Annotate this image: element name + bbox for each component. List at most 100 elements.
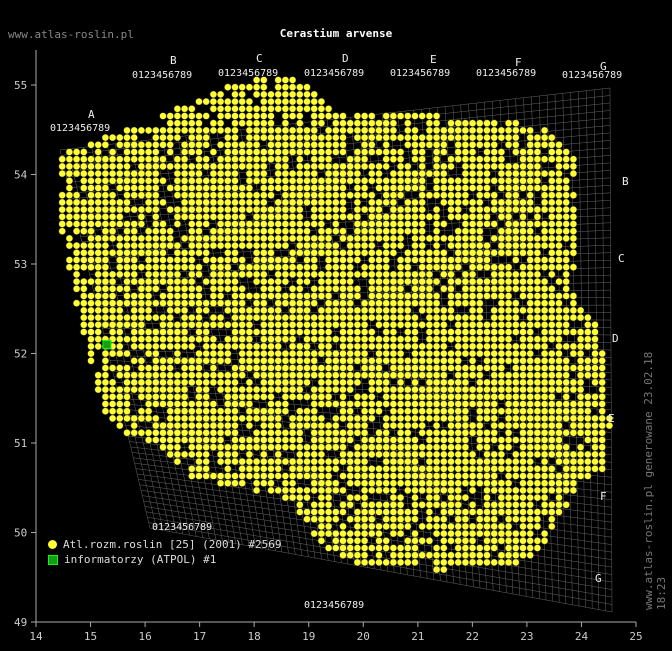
occurrence-dot (425, 436, 434, 444)
occurrence-dot (325, 155, 333, 163)
occurrence-dot (325, 314, 333, 322)
occurrence-dot (159, 328, 167, 336)
occurrence-dot (181, 436, 189, 444)
occurrence-dot (375, 198, 383, 207)
occurrence-dot (389, 407, 398, 415)
occurrence-dot (353, 450, 362, 459)
occurrence-dot (166, 306, 174, 315)
occurrence-dot (325, 105, 333, 113)
occurrence-dot (267, 328, 275, 336)
occurrence-dot (483, 134, 491, 142)
occurrence-dot (425, 119, 434, 127)
occurrence-dot (440, 458, 448, 466)
occurrence-dot (260, 155, 268, 163)
occurrence-dot (253, 299, 261, 307)
occurrence-dot (418, 393, 426, 401)
occurrence-dot (562, 342, 570, 351)
occurrence-dot (483, 494, 491, 502)
occurrence-dot (526, 458, 534, 466)
occurrence-dot (497, 242, 506, 250)
grid-digit-row: 0123456789 (218, 68, 278, 79)
occurrence-dot (58, 227, 66, 235)
occurrence-dot (108, 414, 117, 423)
occurrence-dot (253, 407, 261, 415)
occurrence-dot (173, 220, 182, 228)
occurrence-dot (159, 364, 167, 372)
occurrence-dot (505, 378, 513, 387)
occurrence-dot (159, 436, 167, 444)
occurrence-dot (339, 357, 347, 365)
occurrence-dot (253, 148, 261, 156)
occurrence-dot (166, 443, 174, 451)
occurrence-dot (598, 386, 606, 394)
occurrence-dot (87, 278, 95, 286)
occurrence-dot (469, 177, 477, 185)
occurrence-dot (382, 198, 390, 207)
occurrence-dot (339, 213, 347, 221)
occurrence-dot (310, 105, 318, 113)
occurrence-dot (389, 299, 398, 307)
occurrence-dot (353, 443, 362, 451)
occurrence-dot (339, 278, 347, 286)
occurrence-dot (274, 400, 282, 408)
occurrence-dot (404, 220, 412, 228)
occurrence-dot (476, 119, 484, 127)
occurrence-dot (224, 184, 232, 192)
occurrence-dot (65, 242, 74, 250)
occurrence-dot (188, 364, 196, 372)
occurrence-dot (461, 436, 470, 444)
occurrence-dot (425, 465, 434, 473)
occurrence-dot (101, 306, 110, 315)
occurrence-dot (123, 270, 131, 279)
occurrence-dot (368, 112, 376, 120)
occurrence-dot (303, 220, 311, 228)
occurrence-dot (209, 285, 218, 293)
occurrence-dot (368, 134, 376, 142)
occurrence-dot (274, 141, 282, 149)
occurrence-dot (310, 371, 318, 379)
occurrence-dot (267, 220, 275, 228)
occurrence-dot (382, 112, 390, 120)
occurrence-dot (260, 335, 268, 343)
occurrence-dot (490, 429, 498, 437)
occurrence-dot (533, 249, 542, 257)
occurrence-dot (519, 328, 527, 336)
occurrence-dot (353, 170, 362, 178)
occurrence-dot (418, 191, 426, 199)
occurrence-dot (425, 306, 434, 315)
occurrence-dot (346, 155, 354, 163)
occurrence-dot (440, 162, 448, 171)
occurrence-dot (461, 242, 470, 250)
occurrence-dot (433, 386, 441, 394)
y-tick-label: 51 (14, 437, 27, 450)
occurrence-dot (519, 306, 527, 315)
occurrence-dot (353, 184, 362, 192)
occurrence-dot (231, 213, 239, 221)
occurrence-dot (332, 119, 340, 127)
occurrence-dot (195, 450, 203, 459)
occurrence-dot (325, 126, 333, 134)
occurrence-dot (411, 234, 419, 243)
occurrence-dot (584, 335, 592, 343)
occurrence-dot (317, 227, 326, 235)
occurrence-dot (389, 270, 398, 279)
occurrence-dot (152, 342, 160, 351)
occurrence-dot (332, 400, 340, 408)
occurrence-dot (346, 515, 354, 523)
occurrence-dot (181, 141, 189, 149)
occurrence-dot (289, 342, 297, 351)
occurrence-dot (368, 170, 376, 178)
occurrence-dot (461, 414, 470, 423)
occurrence-dot (217, 422, 225, 430)
occurrence-dot (253, 357, 261, 365)
occurrence-dot (382, 119, 390, 127)
occurrence-dot (87, 335, 95, 343)
occurrence-dot (260, 126, 268, 134)
occurrence-dot (267, 472, 275, 480)
occurrence-dot (569, 191, 578, 199)
occurrence-dot (339, 141, 347, 149)
occurrence-dot (296, 299, 304, 307)
occurrence-dot (274, 407, 282, 415)
occurrence-dot (425, 321, 434, 329)
occurrence-dot (569, 364, 578, 372)
